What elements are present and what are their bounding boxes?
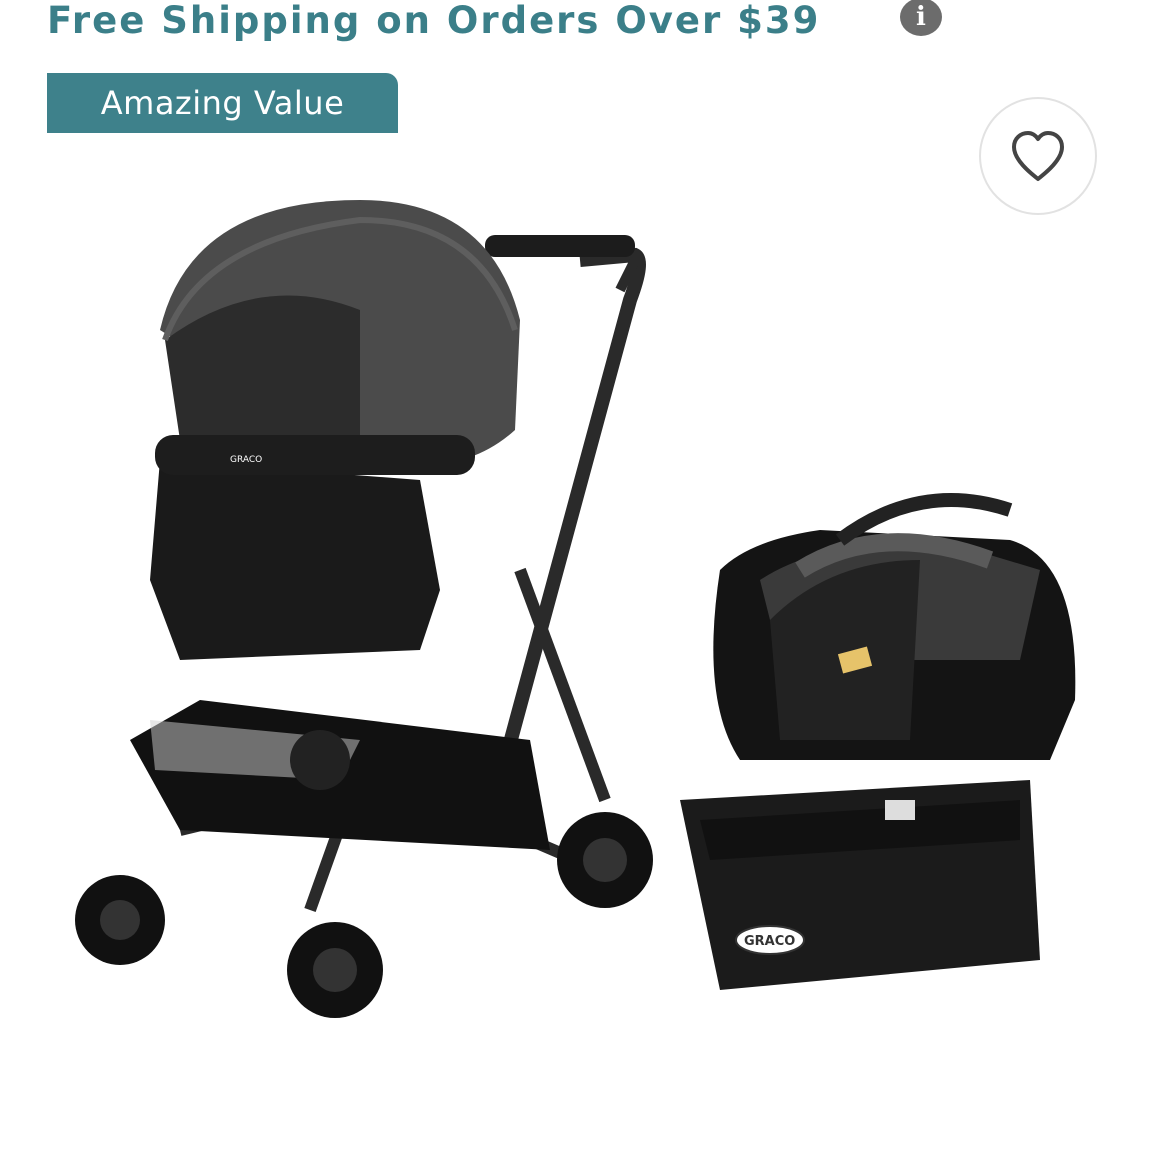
svg-text:GRACO: GRACO — [230, 455, 262, 465]
free-shipping-banner: Free Shipping on Orders Over $39 — [47, 0, 820, 46]
heart-outline-icon — [1012, 131, 1064, 181]
svg-text:GRACO: GRACO — [744, 934, 795, 949]
infant-car-seat: GRACO — [680, 493, 1076, 990]
free-shipping-text: Free Shipping on Orders Over $39 — [47, 0, 821, 42]
info-icon[interactable]: i — [900, 0, 942, 36]
stroller: GRACO — [75, 200, 653, 1018]
product-image-stroller-travel-system: GRACO GRACO — [75, 200, 1076, 1018]
amazing-value-badge: Amazing Value — [47, 73, 398, 133]
